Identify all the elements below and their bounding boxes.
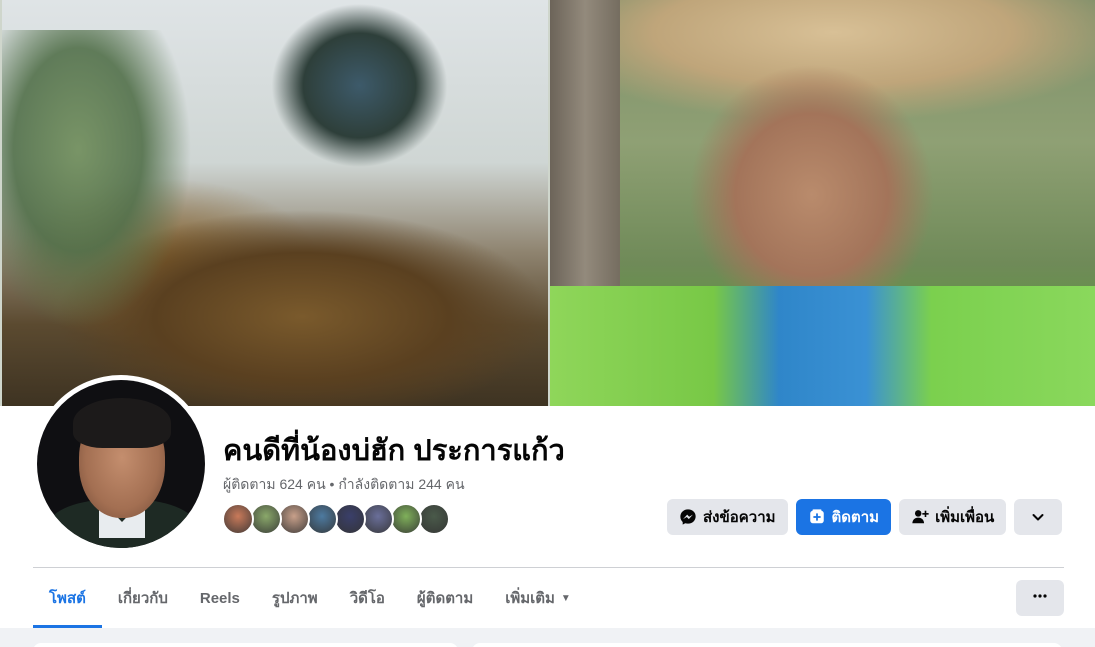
follow-button-label: ติดตาม xyxy=(831,509,880,526)
tab-posts[interactable]: โพสต์ xyxy=(33,568,102,628)
tab-label: เกี่ยวกับ xyxy=(117,590,168,607)
profile-avatar[interactable] xyxy=(37,380,205,548)
profile-dropdown-button[interactable] xyxy=(1014,499,1063,535)
messenger-icon xyxy=(679,508,697,526)
tab-followers[interactable]: ผู้ติดตาม xyxy=(401,568,489,628)
cover-photo-right xyxy=(550,0,1095,406)
cover-photo[interactable] xyxy=(0,0,1095,406)
tab-label: เพิ่มเติม xyxy=(505,590,555,607)
friend-avatar[interactable] xyxy=(334,503,366,535)
intro-card xyxy=(33,643,458,647)
message-button-label: ส่งข้อความ xyxy=(703,509,776,526)
cover-shirt xyxy=(550,286,1095,406)
cover-photo-left xyxy=(2,0,548,406)
friend-avatars[interactable] xyxy=(222,503,450,535)
chevron-down-icon xyxy=(1030,509,1046,525)
tab-label: โพสต์ xyxy=(49,590,86,607)
friend-avatar[interactable] xyxy=(278,503,310,535)
profile-actions: ส่งข้อความ ติดตาม เพิ่มเพื่อน xyxy=(667,499,1063,535)
profile-tabs: โพสต์ เกี่ยวกับ Reels รูปภาพ วิดีโอ ผู้ต… xyxy=(33,568,587,628)
tab-about[interactable]: เกี่ยวกับ xyxy=(102,568,184,628)
cover-tree xyxy=(2,30,192,330)
tab-more[interactable]: เพิ่มเติม ▼ xyxy=(489,568,587,628)
message-button[interactable]: ส่งข้อความ xyxy=(667,499,788,535)
tab-label: วิดีโอ xyxy=(349,590,385,607)
friend-avatar[interactable] xyxy=(250,503,282,535)
add-friend-button-label: เพิ่มเพื่อน xyxy=(935,509,995,526)
profile-page: คนดีที่น้องบ่ฮัก ประการแก้ว ผู้ติดตาม 62… xyxy=(0,0,1095,647)
tab-label: ผู้ติดตาม xyxy=(416,590,474,607)
feed-card xyxy=(472,643,1062,647)
follow-button[interactable]: ติดตาม xyxy=(795,499,892,535)
more-horizontal-icon xyxy=(1032,588,1048,609)
follower-stats[interactable]: ผู้ติดตาม 624 คน • กำลังติดตาม 244 คน xyxy=(223,474,465,496)
add-friend-icon xyxy=(911,508,929,526)
friend-avatar[interactable] xyxy=(418,503,450,535)
tab-photos[interactable]: รูปภาพ xyxy=(256,568,334,628)
tab-label: รูปภาพ xyxy=(271,590,318,607)
follow-plus-icon xyxy=(808,508,826,526)
caret-down-icon: ▼ xyxy=(560,592,571,604)
friend-avatar[interactable] xyxy=(390,503,422,535)
add-friend-button[interactable]: เพิ่มเพื่อน xyxy=(899,499,1007,535)
profile-name: คนดีที่น้องบ่ฮัก ประการแก้ว xyxy=(223,435,565,467)
tab-label: Reels xyxy=(199,589,240,607)
friend-avatar[interactable] xyxy=(222,503,254,535)
tab-reels[interactable]: Reels xyxy=(184,568,256,628)
friend-avatar[interactable] xyxy=(306,503,338,535)
tabs-more-options-button[interactable] xyxy=(1016,580,1064,616)
cover-person xyxy=(247,0,497,190)
avatar-hair xyxy=(73,398,171,448)
friend-avatar[interactable] xyxy=(362,503,394,535)
tab-videos[interactable]: วิดีโอ xyxy=(334,568,401,628)
